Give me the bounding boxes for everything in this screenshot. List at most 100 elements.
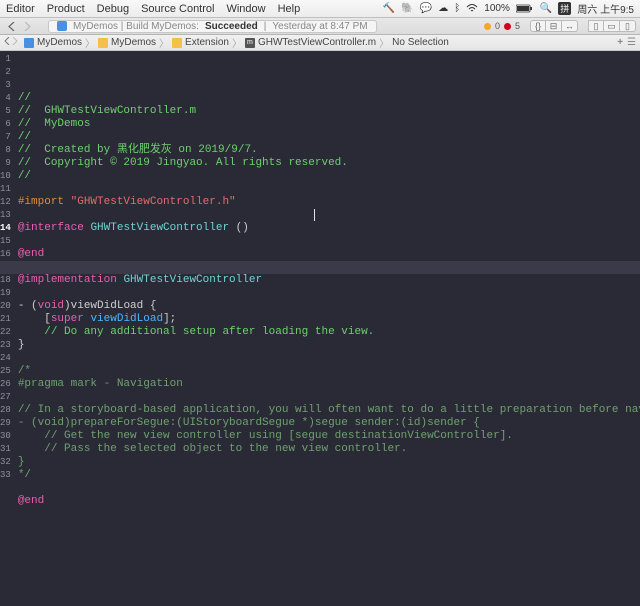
line-number[interactable]: 29 — [0, 417, 11, 430]
line-number[interactable]: 6 — [0, 118, 11, 131]
menu-help[interactable]: Help — [278, 3, 301, 15]
forward-button[interactable] — [20, 20, 34, 32]
code-line[interactable]: - (void)prepareForSegue:(UIStoryboardSeg… — [18, 417, 640, 430]
code-line[interactable]: // In a storyboard-based application, yo… — [18, 404, 640, 417]
line-number[interactable]: 21 — [0, 313, 11, 326]
adjust-editor-button[interactable]: ☰ — [627, 37, 636, 48]
code-line[interactable]: */ — [18, 469, 640, 482]
line-gutter[interactable]: 1234567891011121314151617181920212223242… — [0, 51, 14, 606]
version-editor-button[interactable]: ↔ — [562, 20, 578, 32]
line-number[interactable]: 5 — [0, 105, 11, 118]
spotlight-icon[interactable]: 🔍 — [540, 3, 552, 14]
error-icon[interactable] — [504, 23, 511, 30]
line-number[interactable]: 26 — [0, 378, 11, 391]
line-number[interactable]: 31 — [0, 443, 11, 456]
evernote-icon[interactable]: 🐘 — [401, 3, 413, 14]
code-line[interactable]: // Pass the selected object to the new v… — [18, 443, 640, 456]
code-line[interactable] — [18, 287, 640, 300]
code-line[interactable] — [18, 235, 640, 248]
jump-back-button[interactable] — [4, 37, 10, 48]
menu-editor[interactable]: Editor — [6, 3, 35, 15]
code-line[interactable]: // Get the new view controller using [se… — [18, 430, 640, 443]
line-number[interactable]: 9 — [0, 157, 11, 170]
code-line[interactable]: // Created by 黑化肥发灰 on 2019/9/7. — [18, 144, 640, 157]
code-line[interactable]: #import "GHWTestViewController.h" — [18, 196, 640, 209]
line-number[interactable]: 30 — [0, 430, 11, 443]
code-line[interactable]: @implementation GHWTestViewController — [18, 274, 640, 287]
line-number[interactable]: 10 — [0, 170, 11, 183]
crumb-folder-2[interactable]: Extension — [170, 37, 231, 48]
line-number[interactable]: 27 — [0, 391, 11, 404]
code-line[interactable]: // GHWTestViewController.m — [18, 105, 640, 118]
warning-icon[interactable] — [484, 23, 491, 30]
line-number[interactable]: 2 — [0, 66, 11, 79]
menu-window[interactable]: Window — [226, 3, 265, 15]
menu-source-control[interactable]: Source Control — [141, 3, 214, 15]
line-number[interactable]: 22 — [0, 326, 11, 339]
hammer-icon[interactable]: 🔨 — [383, 3, 395, 14]
code-line[interactable] — [18, 352, 640, 365]
code-line[interactable] — [18, 261, 640, 274]
code-area[interactable]: //// GHWTestViewController.m// MyDemos//… — [14, 51, 640, 606]
code-line[interactable]: - (void)viewDidLoad { — [18, 300, 640, 313]
vertical-scrollbar[interactable] — [633, 51, 639, 606]
toggle-inspector-button[interactable]: ▯ — [620, 20, 636, 32]
code-editor[interactable]: 1234567891011121314151617181920212223242… — [0, 51, 640, 606]
code-line[interactable]: // MyDemos — [18, 118, 640, 131]
line-number[interactable]: 8 — [0, 144, 11, 157]
line-number[interactable]: 23 — [0, 339, 11, 352]
crumb-file[interactable]: m GHWTestViewController.m — [243, 37, 378, 48]
line-number[interactable]: 33 — [0, 469, 11, 482]
assistant-editor-button[interactable]: ⊟ — [546, 20, 562, 32]
jump-forward-button[interactable] — [12, 37, 18, 48]
toggle-debug-button[interactable]: ▭ — [604, 20, 620, 32]
back-button[interactable] — [4, 20, 18, 32]
line-number[interactable]: 18 — [0, 274, 11, 287]
line-number[interactable]: 12 — [0, 196, 11, 209]
code-line[interactable]: // Copyright © 2019 Jingyao. All rights … — [18, 157, 640, 170]
wifi-icon[interactable] — [466, 4, 478, 13]
code-line[interactable]: // — [18, 170, 640, 183]
activity-status[interactable]: MyDemos | Build MyDemos: Succeeded | Yes… — [48, 20, 377, 33]
code-line[interactable]: @end — [18, 495, 640, 508]
line-number[interactable]: 19 — [0, 287, 11, 300]
code-line[interactable] — [18, 209, 640, 222]
battery-icon[interactable] — [516, 4, 534, 13]
code-line[interactable]: } — [18, 339, 640, 352]
toggle-navigator-button[interactable]: ▯ — [588, 20, 604, 32]
line-number[interactable]: 20 — [0, 300, 11, 313]
crumb-selection[interactable]: No Selection — [390, 37, 451, 48]
code-line[interactable] — [18, 508, 640, 521]
code-line[interactable] — [18, 183, 640, 196]
line-number[interactable]: 25 — [0, 365, 11, 378]
line-number[interactable]: 16 — [0, 248, 11, 261]
add-button[interactable]: + — [617, 37, 623, 48]
code-line[interactable]: @end — [18, 248, 640, 261]
line-number[interactable]: 13 — [0, 209, 11, 222]
code-line[interactable]: // Do any additional setup after loading… — [18, 326, 640, 339]
line-number[interactable]: 7 — [0, 131, 11, 144]
code-line[interactable]: // — [18, 131, 640, 144]
input-source-icon[interactable]: 拼 — [558, 2, 571, 15]
cloud-icon[interactable]: ☁ — [438, 3, 448, 14]
code-line[interactable]: #pragma mark - Navigation — [18, 378, 640, 391]
crumb-folder-1[interactable]: MyDemos — [96, 37, 158, 48]
code-line[interactable]: } — [18, 456, 640, 469]
line-number[interactable]: 1 — [0, 53, 11, 66]
line-number[interactable]: 11 — [0, 183, 11, 196]
line-number[interactable]: 28 — [0, 404, 11, 417]
line-number[interactable]: 24 — [0, 352, 11, 365]
bluetooth-icon[interactable]: ᛒ — [454, 3, 460, 14]
clock-text[interactable]: 周六 上午9:5 — [577, 1, 634, 16]
code-line[interactable]: [super viewDidLoad]; — [18, 313, 640, 326]
code-line[interactable] — [18, 482, 640, 495]
code-line[interactable]: // — [18, 92, 640, 105]
code-line[interactable]: @interface GHWTestViewController () — [18, 222, 640, 235]
code-line[interactable]: /* — [18, 365, 640, 378]
crumb-project[interactable]: MyDemos — [22, 37, 84, 48]
line-number[interactable]: 4 — [0, 92, 11, 105]
line-number[interactable]: 3 — [0, 79, 11, 92]
code-line[interactable] — [18, 391, 640, 404]
menu-debug[interactable]: Debug — [97, 3, 129, 15]
line-number[interactable]: 15 — [0, 235, 11, 248]
